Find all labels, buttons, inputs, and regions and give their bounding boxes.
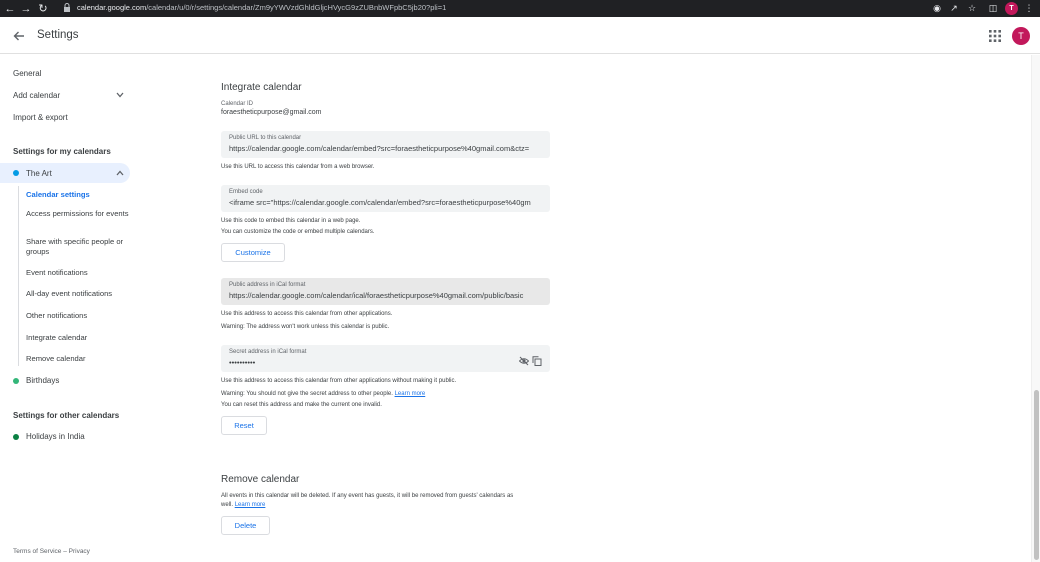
ical-secret-help-1: Use this address to access this calendar… <box>221 378 457 384</box>
ical-public-label: Public address in iCal format <box>229 282 306 288</box>
ical-public-value[interactable]: https://calendar.google.com/calendar/ica… <box>229 291 542 300</box>
page-scrollbar[interactable] <box>1031 55 1040 562</box>
remove-help-1: All events in this calendar will be dele… <box>221 493 514 499</box>
sidebar-sub-event-notifications[interactable]: Event notifications <box>26 268 136 278</box>
browser-menu-icon[interactable]: ⋮ <box>1022 0 1036 17</box>
browser-toolbar: ← → ↻ calendar.google.com/calendar/u/0/r… <box>0 0 1040 17</box>
chevron-up-icon[interactable] <box>116 170 124 176</box>
sidebar-item-holidays-in-india[interactable]: Holidays in India <box>26 432 85 441</box>
back-button[interactable] <box>10 28 28 44</box>
public-url-label: Public URL to this calendar <box>229 135 302 141</box>
footer-links[interactable]: Terms of Service – Privacy <box>13 548 90 555</box>
ical-secret-help-2: Warning: You should not give the secret … <box>221 391 393 397</box>
sidebar-item-import-export[interactable]: Import & export <box>13 113 68 122</box>
my-calendars-heading: Settings for my calendars <box>13 147 111 156</box>
settings-header: Settings T <box>0 17 1040 54</box>
sub-items-guide-line <box>18 186 19 366</box>
ical-secret-help-3: You can reset this address and make the … <box>221 402 382 408</box>
sidebar-sub-remove-calendar[interactable]: Remove calendar <box>26 354 136 364</box>
arrow-back-icon <box>13 31 24 41</box>
url-path: /calendar/u/0/r/settings/calendar/Zm9yYW… <box>146 3 447 12</box>
sidebar-sub-share-with-people[interactable]: Share with specific people or groups <box>26 237 136 257</box>
google-apps-icon[interactable] <box>989 30 1001 42</box>
holidays-color-dot <box>13 434 19 440</box>
address-bar[interactable]: calendar.google.com/calendar/u/0/r/setti… <box>77 1 945 15</box>
calendar-id-value: foraestheticpurpose@gmail.com <box>221 109 322 116</box>
sidebar-sub-access-permissions[interactable]: Access permissions for events <box>26 209 136 219</box>
sidebar-item-general[interactable]: General <box>13 69 41 78</box>
sidebar-item-add-calendar[interactable]: Add calendar <box>13 91 60 100</box>
forward-arrow-icon[interactable]: → <box>19 0 33 17</box>
sidebar-sub-calendar-settings[interactable]: Calendar settings <box>26 190 136 200</box>
sidepanel-icon[interactable]: ◫ <box>986 0 1000 17</box>
account-avatar[interactable]: T <box>1012 27 1030 45</box>
sidebar-item-the-art-highlight <box>0 163 130 183</box>
reload-icon[interactable]: ↻ <box>36 0 50 17</box>
the-art-color-dot <box>13 170 19 176</box>
embed-code-value[interactable]: <iframe src="https://calendar.google.com… <box>229 198 542 207</box>
delete-button[interactable]: Delete <box>221 516 270 535</box>
ical-secret-field[interactable]: Secret address in iCal format •••••••••• <box>221 345 550 372</box>
customize-button[interactable]: Customize <box>221 243 285 262</box>
bookmark-star-icon[interactable]: ☆ <box>965 0 979 17</box>
public-url-field[interactable]: Public URL to this calendar https://cale… <box>221 131 550 158</box>
public-url-value[interactable]: https://calendar.google.com/calendar/emb… <box>229 144 542 153</box>
embed-code-label: Embed code <box>229 189 263 195</box>
birthdays-color-dot <box>13 378 19 384</box>
scrollbar-thumb[interactable] <box>1034 390 1039 560</box>
back-arrow-icon[interactable]: ← <box>3 0 17 17</box>
settings-sidebar: General Add calendar Import & export Set… <box>0 55 140 562</box>
remove-calendar-title: Remove calendar <box>221 474 300 485</box>
ical-public-help-2: Warning: The address won't work unless t… <box>221 324 390 330</box>
ical-secret-help-2-row: Warning: You should not give the secret … <box>221 391 425 397</box>
reset-button[interactable]: Reset <box>221 416 267 435</box>
url-host: calendar.google.com <box>77 3 147 12</box>
sidebar-sub-all-day-notifications[interactable]: All-day event notifications <box>26 289 136 299</box>
ical-secret-label: Secret address in iCal format <box>229 349 307 355</box>
sidebar-item-the-art[interactable]: The Art <box>26 169 52 178</box>
lock-icon <box>64 3 70 12</box>
remove-help-2-row: well. Learn more <box>221 502 265 508</box>
remove-learn-more-link[interactable]: Learn more <box>235 502 266 508</box>
embed-help-2: You can customize the code or embed mult… <box>221 229 375 235</box>
ical-public-help-1: Use this address to access this calendar… <box>221 311 393 317</box>
sidebar-item-birthdays[interactable]: Birthdays <box>26 376 59 385</box>
browser-profile-avatar[interactable]: T <box>1005 2 1018 15</box>
visibility-off-icon[interactable] <box>519 356 529 366</box>
share-icon[interactable]: ↗ <box>947 0 961 17</box>
sidebar-sub-other-notifications[interactable]: Other notifications <box>26 311 136 321</box>
page-title: Settings <box>37 29 79 41</box>
embed-code-field[interactable]: Embed code <iframe src="https://calendar… <box>221 185 550 212</box>
sidebar-sub-integrate-calendar[interactable]: Integrate calendar <box>26 333 136 343</box>
other-calendars-heading: Settings for other calendars <box>13 411 120 420</box>
chevron-down-icon[interactable] <box>116 92 124 98</box>
ical-public-field[interactable]: Public address in iCal format https://ca… <box>221 278 550 305</box>
calendar-id-label: Calendar ID <box>221 101 254 107</box>
embed-help-1: Use this code to embed this calendar in … <box>221 218 361 224</box>
extension-icon[interactable]: ◉ <box>930 0 944 17</box>
integrate-calendar-title: Integrate calendar <box>221 82 302 93</box>
ical-secret-value[interactable]: •••••••••• <box>229 358 509 367</box>
copy-icon[interactable] <box>532 356 542 366</box>
remove-help-2-prefix: well. <box>221 502 234 508</box>
ical-learn-more-link[interactable]: Learn more <box>395 391 426 397</box>
public-url-help: Use this URL to access this calendar fro… <box>221 164 375 170</box>
